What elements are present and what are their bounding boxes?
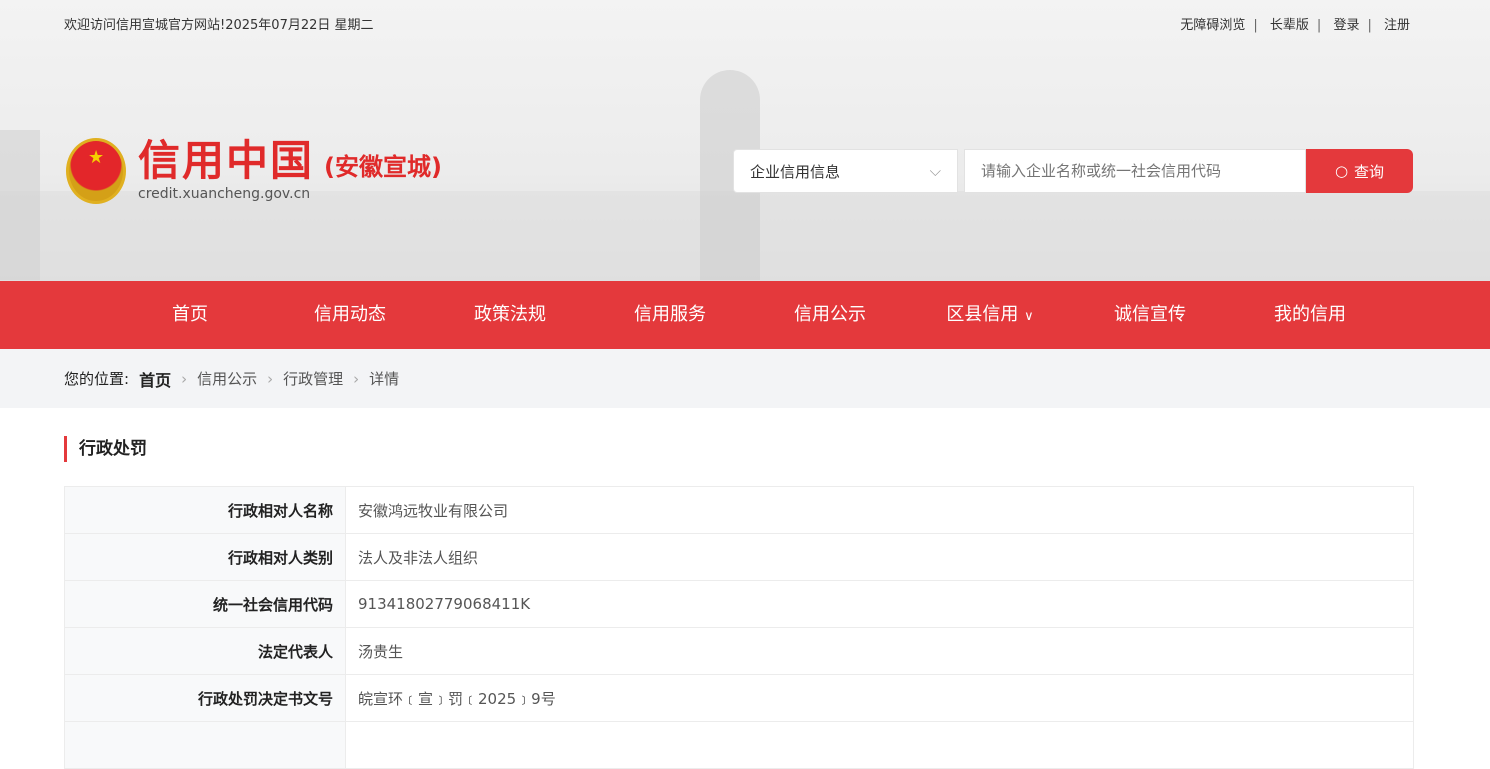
field-label: 行政相对人类别 — [64, 533, 346, 581]
table-row: 行政相对人名称 安徽鸿远牧业有限公司 — [64, 486, 1414, 534]
nav-integrity[interactable]: 诚信宣传 — [1070, 281, 1230, 349]
elder-mode-link[interactable]: 长辈版 — [1270, 18, 1309, 33]
pagoda-decoration — [0, 130, 40, 280]
search-input[interactable] — [964, 149, 1306, 193]
breadcrumb-admin[interactable]: 行政管理 — [283, 368, 343, 389]
breadcrumb-label: 您的位置: — [64, 370, 130, 388]
nav-my-credit[interactable]: 我的信用 — [1230, 281, 1390, 349]
field-label: 法定代表人 — [64, 627, 346, 675]
breadcrumb-publicity[interactable]: 信用公示 — [197, 368, 257, 389]
chevron-right-icon: › — [181, 369, 188, 388]
field-value — [345, 721, 1414, 769]
nav-county-credit[interactable]: 区县信用 ∨ — [910, 281, 1070, 349]
logo-title: 信用中国 — [138, 136, 315, 185]
nav-credit-publicity[interactable]: 信用公示 — [750, 281, 910, 349]
nav-county-label: 区县信用 — [946, 304, 1019, 325]
breadcrumb-home[interactable]: 首页 — [139, 367, 171, 391]
nav-credit-service[interactable]: 信用服务 — [590, 281, 750, 349]
nav-policy[interactable]: 政策法规 — [430, 281, 590, 349]
chevron-right-icon: › — [267, 369, 274, 388]
field-label: 行政相对人名称 — [64, 486, 346, 534]
table-row — [64, 721, 1414, 769]
section-title: 行政处罚 — [64, 436, 1490, 462]
login-link[interactable]: 登录 — [1333, 18, 1359, 33]
breadcrumb: 您的位置: 首页 › 信用公示 › 行政管理 › 详情 — [0, 349, 1490, 408]
search-icon: ○ — [1334, 162, 1349, 180]
detail-table: 行政相对人名称 安徽鸿远牧业有限公司 行政相对人类别 法人及非法人组织 统一社会信用… — [64, 486, 1414, 769]
field-label: 行政处罚决定书文号 — [64, 674, 346, 722]
field-value: 法人及非法人组织 — [345, 533, 1414, 581]
field-value: 皖宣环﹝宣﹞罚﹝2025﹞9号 — [345, 674, 1414, 722]
chevron-down-icon: ∨ — [1024, 309, 1034, 324]
table-row: 统一社会信用代码 91341802779068411K — [64, 580, 1414, 628]
header: 欢迎访问信用宣城官方网站!2025年07月22日 星期二 无障碍浏览 | 长辈版 |… — [0, 0, 1490, 281]
nav-credit-news[interactable]: 信用动态 — [270, 281, 430, 349]
nav-home[interactable]: 首页 — [110, 281, 270, 349]
table-row: 行政处罚决定书文号 皖宣环﹝宣﹞罚﹝2025﹞9号 — [64, 674, 1414, 722]
field-label: 统一社会信用代码 — [64, 580, 346, 628]
accessibility-link[interactable]: 无障碍浏览 — [1180, 18, 1245, 33]
field-value: 91341802779068411K — [345, 580, 1414, 628]
chevron-right-icon: › — [353, 369, 360, 388]
search-button-label: 查询 — [1354, 162, 1385, 181]
welcome-text: 欢迎访问信用宣城官方网站! — [64, 18, 226, 33]
search-type-select[interactable]: 企业信用信息 ⌵ — [733, 149, 958, 193]
field-label — [64, 721, 346, 769]
breadcrumb-detail: 详情 — [369, 370, 400, 388]
logo-url: credit.xuancheng.gov.cn — [138, 186, 311, 202]
site-logo[interactable]: 信用中国 (安徽宣城) credit.xuancheng.gov.cn — [66, 138, 442, 204]
search-bar: 企业信用信息 ⌵ ○ 查询 — [733, 149, 1413, 193]
table-row: 行政相对人类别 法人及非法人组织 — [64, 533, 1414, 581]
table-row: 法定代表人 汤贵生 — [64, 627, 1414, 675]
top-bar: 欢迎访问信用宣城官方网站!2025年07月22日 星期二 无障碍浏览 | 长辈版 |… — [64, 18, 1410, 33]
logo-subtitle: (安徽宣城) — [324, 153, 442, 181]
field-value: 汤贵生 — [345, 627, 1414, 675]
select-value: 企业信用信息 — [750, 162, 841, 181]
main-nav: 首页 信用动态 政策法规 信用服务 信用公示 区县信用 ∨ 诚信宣传 我的信用 — [0, 281, 1490, 349]
chevron-down-icon: ⌵ — [929, 162, 941, 180]
register-link[interactable]: 注册 — [1384, 18, 1410, 33]
search-button[interactable]: ○ 查询 — [1306, 149, 1413, 193]
national-emblem-icon — [66, 138, 126, 204]
field-value: 安徽鸿远牧业有限公司 — [345, 486, 1414, 534]
date-text: 2025年07月22日 星期二 — [225, 18, 374, 33]
